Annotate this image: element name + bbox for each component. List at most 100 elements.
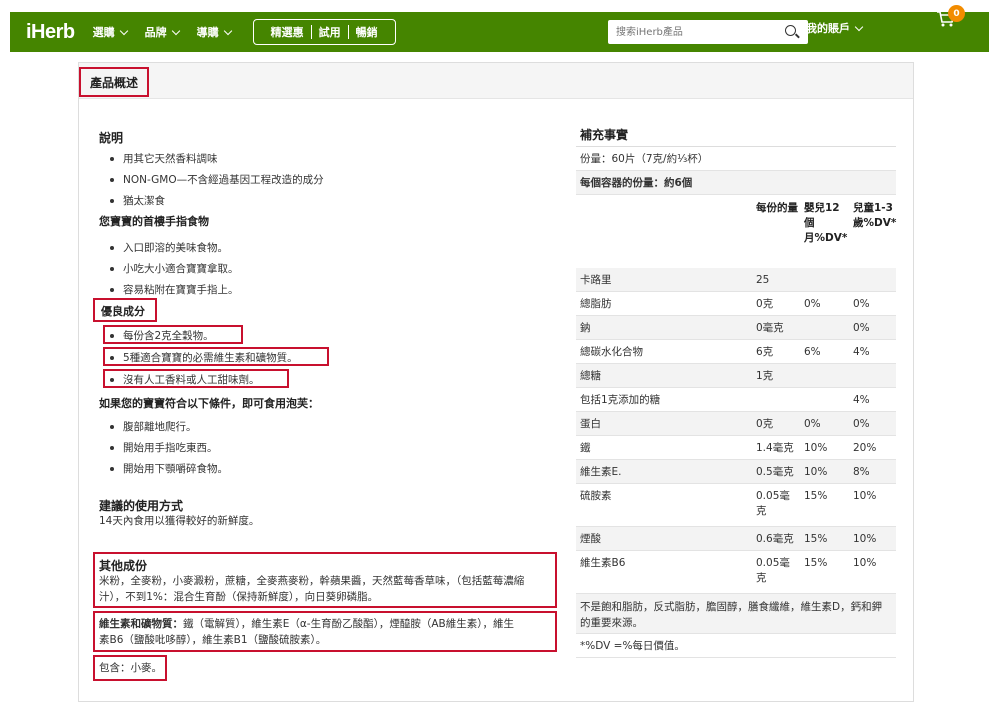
account-menu[interactable]: 我的賬戶	[806, 20, 864, 36]
table-row: 維生素B6 0.05毫克 15% 10%	[576, 551, 896, 594]
description-title: 說明	[99, 131, 124, 145]
other-ingredients-title: 其他成份	[99, 559, 148, 573]
table-row: 鈉 0毫克 0%	[576, 316, 896, 340]
nav-brands-label: 品牌	[144, 26, 167, 39]
nav-guide[interactable]: 導購	[197, 24, 232, 40]
nutrient-amount: 1克	[756, 370, 774, 382]
list-item: 用其它天然香料調味	[107, 151, 218, 166]
facts-title: 補充事實	[576, 123, 896, 147]
table-row: 總碳水化合物 6克 6% 4%	[576, 340, 896, 364]
nutrient-name: 煙酸	[580, 533, 601, 545]
nutrient-amount: 0.05毫克	[756, 490, 790, 517]
table-row: 總糖 1克	[576, 364, 896, 388]
footnote-text: 不是飽和脂肪，反式脂肪，膽固醇，膳食纖維，維生素D，鈣和鉀的重要來源。	[580, 601, 883, 629]
nav-brands[interactable]: 品牌	[144, 24, 180, 40]
table-row: 卡路里 25	[576, 268, 896, 292]
nutrient-name: 鈉	[580, 322, 591, 334]
nutrient-name: 總碳水化合物	[580, 346, 643, 358]
promo-bestsellers[interactable]: 暢銷	[349, 24, 385, 40]
chevron-down-icon	[171, 26, 180, 35]
nutrient-name: 硫胺素	[580, 490, 612, 502]
chevron-down-icon	[223, 26, 232, 35]
nutrient-infant-dv: 0%	[804, 418, 821, 430]
per-container-row: 每個容器的份量：約6個	[576, 171, 896, 195]
list-item: 小吃大小適合寶寶拿取。	[107, 261, 239, 276]
nutrient-name: 鐵	[580, 442, 591, 454]
usage-title: 建議的使用方式	[99, 499, 184, 513]
serving-size: 份量：60片（7克/約⅓杯）	[580, 153, 709, 165]
chevron-down-icon	[854, 22, 864, 31]
nutrient-amount: 0.6毫克	[756, 533, 794, 545]
nutrient-amount: 6克	[756, 346, 774, 358]
vitamins-line: 維生素和礦物質：鐵（電解質），維生素E（α-生育酚乙酸酯），煙醯胺（AB維生素）…	[99, 616, 514, 632]
nutrient-amount: 25	[756, 274, 770, 286]
vitamins-label: 維生素和礦物質：	[99, 618, 183, 630]
search-icon[interactable]	[785, 25, 796, 36]
nutrient-infant-dv: 15%	[804, 557, 828, 569]
col-header-infant: 嬰兒12個月%DV*	[804, 202, 848, 244]
table-row: 鐵 1.4毫克 10% 20%	[576, 436, 896, 460]
list-item: 開始用手指吃東西。	[107, 440, 218, 455]
col-header-child: 兒童1-3歲%DV*	[853, 202, 897, 229]
servings-per-container: 每個容器的份量：約6個	[580, 177, 693, 189]
product-overview-panel: 產品概述 說明 用其它天然香料調味 NON-GMO—不含經過基因工程改造的成分 …	[78, 62, 914, 702]
nav-shop[interactable]: 選購	[92, 24, 128, 40]
nutrient-amount: 1.4毫克	[756, 442, 794, 454]
other-ingredients-line: 汁），不到1%：混合生育酚（保持新鮮度），向日葵卵磷脂。	[99, 591, 379, 603]
overview-title: 產品概述	[79, 67, 149, 97]
panel-header: 產品概述	[79, 63, 913, 99]
table-row: 包括1克添加的糖 4%	[576, 388, 896, 412]
table-row: 硫胺素 0.05毫克 15% 10%	[576, 484, 896, 527]
nutrient-name: 蛋白	[580, 418, 601, 430]
list-item: 開始用下顎嚼碎食物。	[107, 461, 228, 476]
nutrient-child-dv: 0%	[853, 322, 870, 334]
list-item: 猶太潔食	[107, 193, 165, 208]
good-ingredients-title: 優良成分	[101, 305, 145, 318]
table-row: 維生素E. 0.5毫克 10% 8%	[576, 460, 896, 484]
search-input[interactable]	[608, 20, 768, 44]
nutrient-child-dv: 10%	[853, 533, 877, 545]
nutrient-name: 總糖	[580, 370, 601, 382]
chevron-down-icon	[119, 26, 128, 35]
promo-trial[interactable]: 試用	[312, 24, 348, 40]
nutrient-infant-dv: 0%	[804, 298, 821, 310]
finger-food-title: 您寶寶的首樓手指食物	[99, 215, 209, 228]
nutrient-child-dv: 10%	[853, 490, 877, 502]
promo-specials[interactable]: 精選惠	[264, 24, 311, 40]
iherb-logo[interactable]: iHerb	[26, 21, 75, 44]
nutrient-infant-dv: 15%	[804, 490, 828, 502]
nutrient-infant-dv: 15%	[804, 533, 828, 545]
nutrient-name: 卡路里	[580, 274, 612, 286]
nutrient-infant-dv: 10%	[804, 442, 828, 454]
list-item: 每份含2克全穀物。	[107, 328, 214, 343]
table-row: 蛋白 0克 0% 0%	[576, 412, 896, 436]
nutrient-amount: 0克	[756, 418, 774, 430]
promo-links: 精選惠 試用 暢銷	[252, 19, 396, 45]
list-item: 沒有人工香料或人工甜味劑。	[107, 372, 260, 387]
dv-footnote: *%DV =%每日價值。	[580, 640, 685, 652]
list-item: 5種適合寶寶的必需維生素和礦物質。	[107, 350, 298, 365]
other-ingredients-line: 米粉，全麥粉，小麥澱粉，蔗糖，全麥燕麥粉，幹蘋果醬，天然藍莓香草味，（包括藍莓濃…	[99, 575, 525, 587]
nutrient-child-dv: 10%	[853, 557, 877, 569]
allergen-text: 包含：小麥。	[99, 662, 162, 674]
nav-shop-label: 選購	[92, 26, 115, 39]
nutrient-name: 總脂肪	[580, 298, 612, 310]
nutrient-name: 包括1克添加的糖	[580, 394, 661, 406]
serving-row: 份量：60片（7克/約⅓杯）	[576, 147, 896, 171]
nutrient-child-dv: 8%	[853, 466, 870, 478]
nutrient-infant-dv: 6%	[804, 346, 821, 358]
main-nav: 選購 品牌 導購	[93, 24, 249, 40]
nutrient-child-dv: 0%	[853, 298, 870, 310]
list-item: 容易粘附在寶寶手指上。	[107, 282, 239, 297]
list-item: NON-GMO—不含經過基因工程改造的成分	[107, 172, 324, 187]
list-item: 入口即溶的美味食物。	[107, 240, 228, 255]
footnote-row: 不是飽和脂肪，反式脂肪，膽固醇，膳食纖維，維生素D，鈣和鉀的重要來源。	[576, 594, 896, 634]
nutrient-amount: 0克	[756, 298, 774, 310]
nutrient-child-dv: 0%	[853, 418, 870, 430]
nutrient-name: 維生素E.	[580, 466, 622, 478]
nutrient-child-dv: 4%	[853, 346, 870, 358]
nutrient-amount: 0.5毫克	[756, 466, 794, 478]
conditions-title: 如果您的寶寶符合以下條件，即可食用泡芙：	[99, 397, 319, 410]
footnote-row: *%DV =%每日價值。	[576, 634, 896, 658]
cart-count-badge: 0	[948, 5, 965, 22]
